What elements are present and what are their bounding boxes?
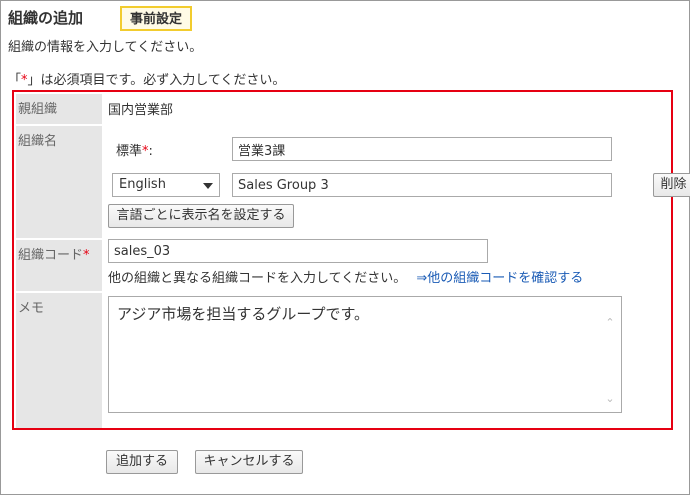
- chevron-down-icon: [203, 183, 213, 189]
- org-code-hint-text: 他の組織と異なる組織コードを入力してください。: [108, 271, 407, 286]
- memo-label: メモ: [16, 293, 102, 428]
- org-code-hint: 他の組織と異なる組織コードを入力してください。 ⇒他の組織コードを確認する: [108, 267, 583, 286]
- standard-label: 標準*:: [116, 140, 153, 159]
- standard-label-text: 標準: [116, 144, 143, 159]
- org-code-input[interactable]: [108, 239, 488, 263]
- page-description: 組織の情報を入力してください。: [8, 40, 203, 55]
- add-button[interactable]: 追加する: [106, 450, 178, 474]
- required-note-text: 」は必須項目です。必ず入力してください。: [27, 73, 286, 88]
- page-title: 組織の追加: [8, 9, 84, 27]
- presetting-badge: 事前設定: [120, 6, 193, 31]
- parent-org-value: 国内営業部: [108, 103, 174, 118]
- org-code-label-text: 組織コード: [18, 248, 84, 263]
- cancel-button[interactable]: キャンセルする: [195, 450, 303, 474]
- set-per-language-button[interactable]: 言語ごとに表示名を設定する: [108, 204, 294, 228]
- org-code-label: 組織コード*: [16, 240, 102, 291]
- language-name-input[interactable]: [232, 173, 612, 197]
- parent-org-label: 親組織: [16, 94, 102, 124]
- language-select[interactable]: English: [112, 173, 220, 197]
- required-note-open: 「: [8, 73, 22, 88]
- required-note: 「*」は必須項目です。必ず入力してください。: [8, 69, 285, 88]
- org-name-label: 組織名: [16, 126, 102, 238]
- scroll-down-icon[interactable]: ⌄: [603, 392, 617, 405]
- scroll-up-icon[interactable]: ⌃: [603, 316, 617, 329]
- standard-name-input[interactable]: [232, 137, 612, 161]
- check-org-code-link[interactable]: ⇒他の組織コードを確認する: [416, 271, 583, 286]
- org-code-required-mark: *: [83, 248, 90, 263]
- form-box: 親組織 国内営業部 組織名 標準*: English 削除 言語ごとに表示名を設…: [12, 90, 690, 430]
- standard-label-suffix: :: [148, 144, 153, 159]
- memo-textarea[interactable]: アジア市場を担当するグループです。: [108, 296, 622, 413]
- language-select-value: English: [119, 177, 166, 192]
